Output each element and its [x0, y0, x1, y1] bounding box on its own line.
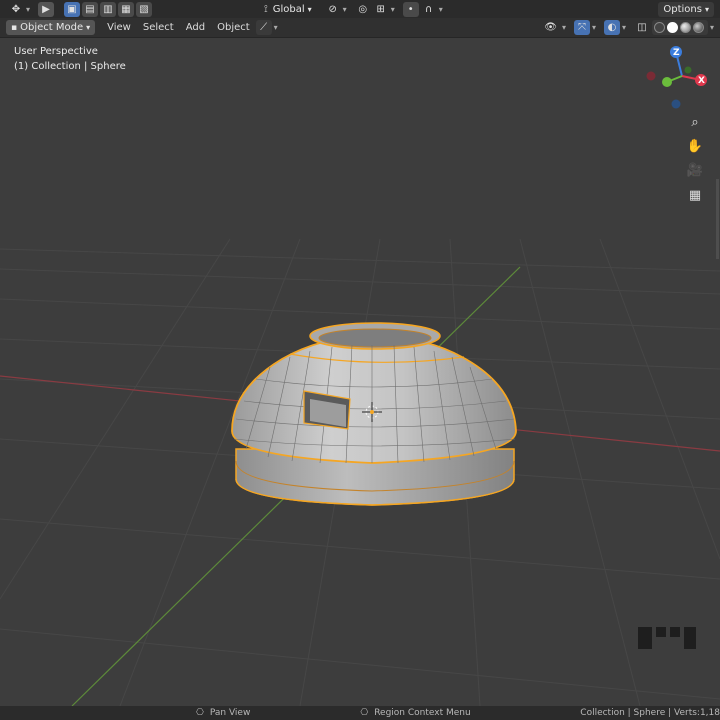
menu-object[interactable]: Object	[211, 22, 256, 33]
chevron-down-icon[interactable]: ▾	[592, 23, 596, 32]
mode-label: Object Mode	[20, 22, 84, 33]
navigation-gizmo[interactable]: Z X	[646, 46, 708, 109]
object-mode-icon: ▪	[11, 22, 18, 33]
select-extend-icon[interactable]: ▤	[82, 1, 99, 17]
gizmo-y-axis[interactable]	[662, 77, 672, 87]
select-new-icon[interactable]: ▣	[64, 1, 81, 17]
chevron-down-icon: ▾	[704, 4, 709, 14]
wireframe-shading-icon[interactable]	[653, 22, 665, 33]
proportional-edit-icon[interactable]: •	[402, 1, 419, 17]
menu-add[interactable]: Add	[180, 22, 211, 33]
xray-toggle-icon[interactable]: ◫	[634, 20, 650, 35]
mouse-icon: ⎔	[196, 708, 204, 718]
select-intersect-icon[interactable]: ▧	[136, 1, 153, 17]
chevron-down-icon[interactable]: ▾	[439, 5, 443, 14]
extra-menu-icon[interactable]: ⟋	[255, 20, 272, 35]
transform-orientation-label: Global	[272, 3, 305, 15]
gizmo-neg-z-axis[interactable]	[671, 99, 681, 109]
view-name: User Perspective	[14, 46, 98, 57]
chevron-down-icon[interactable]: ▾	[391, 5, 395, 14]
menu-select[interactable]: Select	[137, 22, 180, 33]
editor-type-icon[interactable]: ✥	[8, 2, 24, 17]
gizmo-z-label: Z	[673, 48, 680, 58]
visibility-eye-icon[interactable]: 👁	[541, 20, 560, 35]
chevron-down-icon[interactable]: ▾	[26, 5, 30, 14]
options-dropdown[interactable]: Options ▾	[658, 1, 714, 17]
options-label: Options	[663, 3, 702, 15]
gizmo-x-label: X	[698, 76, 705, 86]
pan-hand-icon[interactable]: ✋	[686, 137, 704, 155]
3d-viewport[interactable]: Z X User Perspective (1) Collection | Sp…	[0, 39, 720, 706]
chevron-down-icon[interactable]: ▾	[562, 23, 566, 32]
menu-view[interactable]: View	[101, 22, 137, 33]
perspective-grid-icon[interactable]: ▦	[686, 186, 704, 204]
select-invert-icon[interactable]: ▦	[118, 1, 135, 17]
mouse-right-icon: ⎔	[360, 708, 369, 718]
scene-stats: Collection | Sphere | Verts:1,18	[580, 708, 720, 718]
solid-shading-icon[interactable]	[666, 22, 678, 33]
falloff-icon[interactable]: ∩	[421, 2, 437, 17]
overlays-toggle-icon[interactable]: ◐	[603, 20, 620, 35]
zoom-icon[interactable]: ⌕	[686, 113, 704, 131]
pivot-point-icon[interactable]: ⊘	[325, 2, 341, 17]
collection-info: (1) Collection | Sphere	[14, 61, 126, 72]
corner-blocks	[638, 627, 696, 649]
status-bar: ⎔ Pan View ⎔ Region Context Menu Collect…	[0, 706, 720, 720]
chevron-down-icon: ▾	[307, 4, 312, 14]
viewport-header: ▪ Object Mode ▾ View Select Add Object ⟋…	[0, 18, 720, 38]
select-tool-icon[interactable]: ▶	[38, 1, 55, 17]
rendered-shading-icon[interactable]	[692, 22, 704, 33]
gizmo-neg-x-axis[interactable]	[646, 71, 656, 81]
transform-orientation-dropdown[interactable]: Global ▾	[268, 2, 317, 17]
context-menu-hint: Region Context Menu	[374, 708, 471, 718]
chevron-down-icon[interactable]: ▾	[622, 23, 626, 32]
viewport-scrollbar[interactable]	[716, 179, 719, 259]
gizmo-toggle-icon[interactable]: ⤧	[573, 20, 590, 35]
tool-settings-bar: ✥ ▾ ▶ ▣ ▤ ▥ ▦ ▧ ⟟ Global ▾ ⊘ ▾ ◎ ⊞ ▾ • ∩…	[0, 0, 720, 18]
chevron-down-icon: ▾	[86, 23, 91, 32]
pan-view-hint: Pan View	[209, 708, 251, 718]
camera-icon[interactable]: 🎥	[686, 161, 704, 179]
chevron-down-icon[interactable]: ▾	[274, 23, 278, 32]
shading-modes	[651, 20, 708, 35]
viewport-canvas[interactable]: Z X	[0, 39, 720, 706]
chevron-down-icon[interactable]: ▾	[710, 23, 714, 32]
material-shading-icon[interactable]	[679, 22, 691, 33]
select-subtract-icon[interactable]: ▥	[100, 1, 117, 17]
gizmo-neg-y-axis[interactable]	[684, 66, 692, 74]
snap-icon[interactable]: ◎	[355, 2, 371, 17]
chevron-down-icon[interactable]: ▾	[343, 5, 347, 14]
snap-target-icon[interactable]: ⊞	[373, 2, 389, 17]
mode-dropdown[interactable]: ▪ Object Mode ▾	[6, 20, 96, 35]
